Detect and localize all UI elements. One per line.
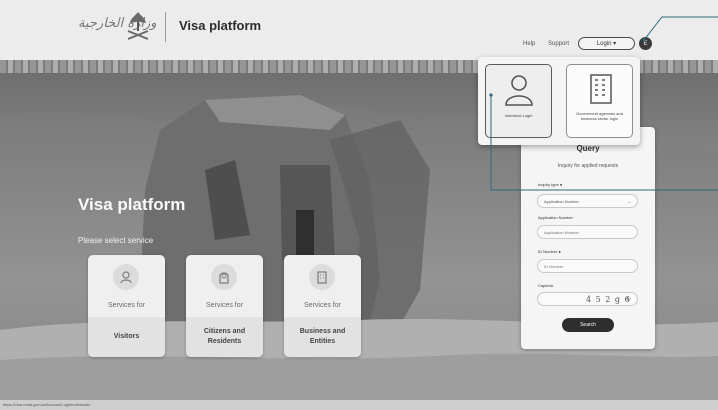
status-url: https://visa.mofa.gov.sa/Account/LoginIn…	[3, 402, 91, 407]
hero-subtitle: Please select service	[78, 236, 154, 245]
application-number-label: Application Number	[538, 215, 573, 220]
service-card-citizens[interactable]: Services for Citizens and Residents	[186, 255, 263, 357]
service-card-caption: Services for	[108, 302, 145, 309]
page: وزارة الخارجية Visa platform Help Suppor…	[0, 0, 718, 410]
query-title: Query	[576, 144, 600, 153]
logo-divider	[165, 12, 166, 42]
business-login-label: Government agencies and business sector …	[576, 111, 623, 121]
search-button[interactable]: Search	[562, 318, 614, 332]
service-card-title: Business and Entities	[284, 317, 361, 357]
service-card-business[interactable]: Services for Business and Entities	[284, 255, 361, 357]
captcha-field[interactable]: 4 5 2 g 6 ↻	[537, 292, 638, 306]
browser-status-bar: https://visa.mofa.gov.sa/Account/LoginIn…	[0, 400, 718, 410]
id-number-input[interactable]	[537, 259, 638, 273]
resident-icon	[211, 264, 237, 290]
inquiry-type-select[interactable]: Application Number ⌄	[537, 194, 638, 208]
captcha-image: 4 5 2 g 6	[586, 295, 631, 304]
individual-login-option[interactable]: Individual Login	[485, 64, 552, 138]
query-panel: Query Inquiry for applied requests Inqui…	[521, 127, 655, 349]
info-icon: ●	[558, 249, 561, 254]
service-card-visitors[interactable]: Services for Visitors	[88, 255, 165, 357]
refresh-icon[interactable]: ↻	[626, 296, 631, 303]
nav-help-link[interactable]: Help	[523, 41, 535, 47]
hero-title: Visa platform	[78, 195, 186, 214]
service-card-title: Visitors	[88, 317, 165, 357]
info-icon: ●	[559, 182, 563, 187]
header: وزارة الخارجية Visa platform Help Suppor…	[0, 0, 718, 60]
login-button[interactable]: Login ▾	[578, 37, 635, 50]
chevron-down-icon: ⌄	[627, 198, 631, 204]
inquiry-type-value: Application Number	[544, 198, 579, 204]
nav-support-link[interactable]: Support	[548, 41, 569, 47]
individual-login-label: Individual Login	[504, 113, 533, 118]
office-building-icon	[590, 74, 612, 104]
emblem-icon	[127, 12, 149, 40]
login-button-label: Login ▾	[596, 41, 617, 47]
login-dropdown-menu: Individual Login Government agencies and…	[478, 57, 640, 145]
platform-title: Visa platform	[179, 18, 262, 33]
service-card-caption: Services for	[206, 302, 243, 309]
business-login-option[interactable]: Government agencies and business sector …	[566, 64, 633, 138]
captcha-label: Captcha	[538, 283, 553, 288]
inquiry-type-label: Inquiry type ●	[538, 182, 563, 187]
application-number-input[interactable]	[537, 225, 638, 239]
language-button[interactable]: E	[639, 37, 652, 50]
service-card-title: Citizens and Residents	[186, 317, 263, 357]
language-button-label: E	[643, 40, 648, 47]
query-subtitle: Inquiry for applied requests	[557, 163, 619, 169]
user-icon	[505, 75, 533, 106]
building-icon	[309, 264, 335, 290]
id-number-label: ID Number ●	[538, 249, 561, 254]
person-icon	[113, 264, 139, 290]
service-card-caption: Services for	[304, 302, 341, 309]
